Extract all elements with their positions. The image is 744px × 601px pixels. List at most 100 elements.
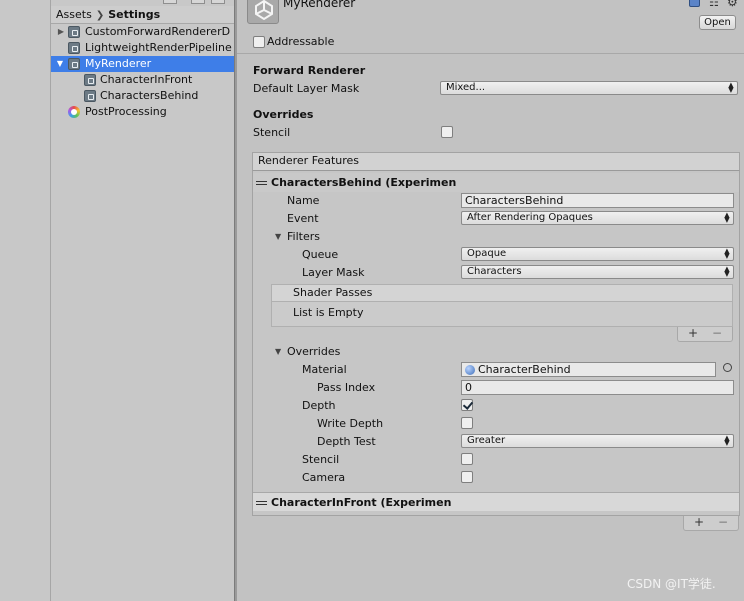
shader-passes-label: Shader Passes (293, 286, 373, 299)
tree-item-label: MyRenderer (85, 57, 152, 70)
asset-icon (68, 26, 80, 38)
tree-item-myrenderer[interactable]: ▼ MyRenderer (51, 56, 234, 72)
breadcrumb-settings[interactable]: Settings (108, 8, 160, 21)
dropdown-value: Opaque (467, 248, 507, 259)
tree-item-characterinfront[interactable]: CharacterInFront (51, 72, 234, 88)
feature-overrides-label: Overrides (287, 345, 341, 358)
watermark: CSDN @IT学徒. (627, 577, 716, 591)
shader-passes-header: Shader Passes (271, 284, 733, 302)
project-left-strip (0, 0, 51, 601)
material-sphere-icon (465, 365, 475, 375)
filters-foldout-icon[interactable]: ▼ (275, 232, 281, 241)
dropdown-arrows-icon: ▲ ▼ (728, 81, 734, 94)
write-depth-checkbox[interactable] (461, 417, 473, 429)
depth-label: Depth (302, 399, 336, 412)
overrides-heading: Overrides (253, 108, 314, 121)
inspector-panel: MyRenderer ☷ ⚙ Open Addressable Forward … (237, 0, 744, 601)
dropdown-value: Mixed... (446, 82, 486, 93)
tree-item-label: CharactersBehind (100, 89, 199, 102)
tree-item-label: PostProcessing (85, 105, 167, 118)
feature-header-charactersbehind[interactable]: CharactersBehind (Experimen (253, 173, 739, 192)
tree-item-label: LightweightRenderPipeline (85, 41, 232, 54)
breadcrumb: Assets ❯ Settings (51, 6, 234, 24)
forward-renderer-heading: Forward Renderer (253, 64, 366, 77)
dropdown-arrows-icon: ▲ ▼ (724, 265, 730, 278)
name-field[interactable]: CharactersBehind (461, 193, 734, 208)
overrides-foldout-icon[interactable]: ▼ (275, 347, 281, 356)
stencil-checkbox[interactable] (441, 126, 453, 138)
tree-item-postprocessing[interactable]: PostProcessing (51, 104, 234, 120)
filters-label: Filters (287, 230, 320, 243)
write-depth-label: Write Depth (317, 417, 384, 430)
tree-item-charactersbehind[interactable]: CharactersBehind (51, 88, 234, 104)
queue-dropdown[interactable]: Opaque ▲ ▼ (461, 247, 734, 261)
shader-passes-list: List is Empty (271, 302, 733, 327)
preset-icon[interactable]: ☷ (709, 0, 719, 9)
tree-item-label: CustomForwardRendererD (85, 25, 231, 38)
divider (237, 53, 744, 54)
name-label: Name (287, 194, 320, 207)
shader-passes-empty-label: List is Empty (293, 306, 364, 319)
material-field[interactable]: CharacterBehind (461, 362, 716, 377)
addressable-checkbox[interactable] (253, 36, 265, 48)
gear-icon[interactable]: ⚙ (727, 0, 738, 9)
pass-index-label: Pass Index (317, 381, 376, 394)
drag-handle-icon[interactable] (256, 181, 267, 185)
asset-icon (68, 58, 80, 70)
event-label: Event (287, 212, 319, 225)
tree-item-label: CharacterInFront (100, 73, 193, 86)
tree-item-lightweightrenderpipeline[interactable]: LightweightRenderPipeline (51, 40, 234, 56)
default-layer-mask-dropdown[interactable]: Mixed... ▲ ▼ (440, 81, 738, 95)
dropdown-value: Greater (467, 435, 506, 446)
expanded-arrow-icon[interactable]: ▼ (55, 56, 65, 72)
addressable-label: Addressable (267, 35, 335, 48)
camera-checkbox[interactable] (461, 471, 473, 483)
queue-label: Queue (302, 248, 339, 261)
asset-icon (68, 42, 80, 54)
dropdown-value: Characters (467, 266, 522, 277)
depth-checkbox[interactable] (461, 399, 473, 411)
shader-passes-add-remove: + − (677, 327, 733, 342)
material-label: Material (302, 363, 347, 376)
add-icon[interactable]: + (688, 327, 698, 340)
depth-test-label: Depth Test (317, 435, 376, 448)
open-button[interactable]: Open (699, 15, 736, 30)
unity-logo-icon (247, 0, 279, 24)
camera-label: Camera (302, 471, 346, 484)
drag-handle-icon[interactable] (256, 501, 267, 505)
toolbar-button[interactable] (211, 0, 225, 4)
toolbar-button[interactable] (163, 0, 177, 4)
features-add-remove: + − (683, 516, 739, 531)
object-picker-icon[interactable] (723, 363, 732, 372)
stencil-label: Stencil (253, 126, 291, 139)
dropdown-arrows-icon: ▲ ▼ (724, 247, 730, 260)
inspector-title: MyRenderer (283, 0, 356, 10)
asset-icon (84, 74, 96, 86)
postprocessing-icon (68, 106, 80, 118)
tree-item-customforwardrenderer[interactable]: ▶ CustomForwardRendererD (51, 24, 234, 40)
remove-icon[interactable]: − (712, 327, 722, 340)
material-value: CharacterBehind (478, 363, 571, 376)
dropdown-value: After Rendering Opaques (467, 212, 593, 223)
renderer-features-label: Renderer Features (258, 154, 360, 167)
remove-icon[interactable]: − (718, 516, 728, 529)
feature-stencil-label: Stencil (302, 453, 340, 466)
layer-mask-label: Layer Mask (302, 266, 365, 279)
collapsed-arrow-icon[interactable]: ▶ (56, 24, 66, 40)
default-layer-mask-label: Default Layer Mask (253, 82, 360, 95)
help-icon[interactable] (689, 0, 700, 7)
dropdown-arrows-icon: ▲ ▼ (724, 434, 730, 447)
layer-mask-dropdown[interactable]: Characters ▲ ▼ (461, 265, 734, 279)
add-icon[interactable]: + (694, 516, 704, 529)
breadcrumb-assets[interactable]: Assets (56, 8, 92, 21)
pass-index-field[interactable]: 0 (461, 380, 734, 395)
feature-stencil-checkbox[interactable] (461, 453, 473, 465)
chevron-right-icon: ❯ (95, 10, 105, 21)
toolbar-button[interactable] (191, 0, 205, 4)
feature-name-label: CharacterInFront (Experimen (271, 496, 452, 509)
feature-name-label: CharactersBehind (Experimen (271, 176, 457, 189)
depth-test-dropdown[interactable]: Greater ▲ ▼ (461, 434, 734, 448)
feature-header-characterinfront[interactable]: CharacterInFront (Experimen (253, 492, 739, 511)
renderer-features-header: Renderer Features (252, 152, 740, 171)
event-dropdown[interactable]: After Rendering Opaques ▲ ▼ (461, 211, 734, 225)
